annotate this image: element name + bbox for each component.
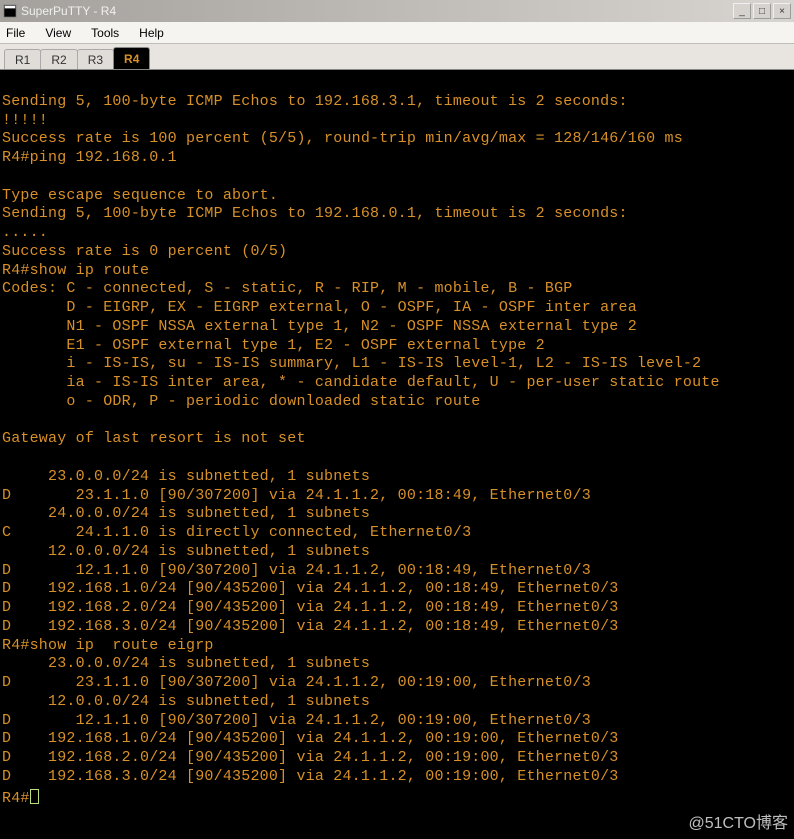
terminal-line: Sending 5, 100-byte ICMP Echos to 192.16…: [2, 205, 792, 224]
app-icon: [3, 4, 17, 18]
terminal-line: D 192.168.1.0/24 [90/435200] via 24.1.1.…: [2, 580, 792, 599]
terminal-line: [2, 168, 792, 187]
terminal-line: ia - IS-IS inter area, * - candidate def…: [2, 374, 792, 393]
tab-r3[interactable]: R3: [77, 49, 114, 69]
terminal-line: [2, 412, 792, 431]
tab-bar: R1 R2 R3 R4: [0, 44, 794, 70]
terminal-line: D 192.168.2.0/24 [90/435200] via 24.1.1.…: [2, 599, 792, 618]
terminal-prompt-line: R4#: [2, 787, 792, 809]
maximize-button[interactable]: □: [753, 3, 771, 19]
terminal-line: E1 - OSPF external type 1, E2 - OSPF ext…: [2, 337, 792, 356]
menu-help[interactable]: Help: [139, 26, 164, 40]
terminal-line: !!!!!: [2, 112, 792, 131]
terminal-line: D 23.1.1.0 [90/307200] via 24.1.1.2, 00:…: [2, 487, 792, 506]
terminal-line: .....: [2, 224, 792, 243]
terminal-line: D 12.1.1.0 [90/307200] via 24.1.1.2, 00:…: [2, 712, 792, 731]
terminal-line: D 192.168.2.0/24 [90/435200] via 24.1.1.…: [2, 749, 792, 768]
terminal-line: D - EIGRP, EX - EIGRP external, O - OSPF…: [2, 299, 792, 318]
menu-tools[interactable]: Tools: [91, 26, 119, 40]
close-button[interactable]: ×: [773, 3, 791, 19]
terminal-line: [2, 74, 792, 93]
terminal-line: D 192.168.1.0/24 [90/435200] via 24.1.1.…: [2, 730, 792, 749]
title-controls: _ □ ×: [733, 3, 791, 19]
terminal-cursor: [30, 789, 39, 804]
terminal-line: 12.0.0.0/24 is subnetted, 1 subnets: [2, 543, 792, 562]
terminal-line: R4#ping 192.168.0.1: [2, 149, 792, 168]
terminal-line: Sending 5, 100-byte ICMP Echos to 192.16…: [2, 93, 792, 112]
watermark: @51CTO博客: [688, 809, 788, 833]
terminal-line: Codes: C - connected, S - static, R - RI…: [2, 280, 792, 299]
terminal-line: R4#show ip route eigrp: [2, 637, 792, 656]
terminal-line: [2, 449, 792, 468]
terminal-line: D 12.1.1.0 [90/307200] via 24.1.1.2, 00:…: [2, 562, 792, 581]
terminal-line: C 24.1.1.0 is directly connected, Ethern…: [2, 524, 792, 543]
terminal-output[interactable]: Sending 5, 100-byte ICMP Echos to 192.16…: [0, 70, 794, 839]
terminal-line: D 23.1.1.0 [90/307200] via 24.1.1.2, 00:…: [2, 674, 792, 693]
terminal-prompt: R4#: [2, 790, 30, 807]
terminal-line: 12.0.0.0/24 is subnetted, 1 subnets: [2, 693, 792, 712]
terminal-line: Type escape sequence to abort.: [2, 187, 792, 206]
terminal-line: Gateway of last resort is not set: [2, 430, 792, 449]
terminal-line: Success rate is 0 percent (0/5): [2, 243, 792, 262]
menu-view[interactable]: View: [45, 26, 71, 40]
terminal-line: Success rate is 100 percent (5/5), round…: [2, 130, 792, 149]
terminal-line: 24.0.0.0/24 is subnetted, 1 subnets: [2, 505, 792, 524]
tab-r1[interactable]: R1: [4, 49, 41, 69]
terminal-line: D 192.168.3.0/24 [90/435200] via 24.1.1.…: [2, 618, 792, 637]
tab-r4[interactable]: R4: [113, 47, 150, 69]
menu-file[interactable]: File: [6, 26, 25, 40]
menu-bar: File View Tools Help: [0, 22, 794, 44]
title-bar: SuperPuTTY - R4 _ □ ×: [0, 0, 794, 22]
window-title: SuperPuTTY - R4: [21, 4, 733, 18]
terminal-line: D 192.168.3.0/24 [90/435200] via 24.1.1.…: [2, 768, 792, 787]
terminal-line: N1 - OSPF NSSA external type 1, N2 - OSP…: [2, 318, 792, 337]
minimize-button[interactable]: _: [733, 3, 751, 19]
terminal-line: 23.0.0.0/24 is subnetted, 1 subnets: [2, 655, 792, 674]
tab-r2[interactable]: R2: [40, 49, 77, 69]
terminal-line: i - IS-IS, su - IS-IS summary, L1 - IS-I…: [2, 355, 792, 374]
terminal-line: 23.0.0.0/24 is subnetted, 1 subnets: [2, 468, 792, 487]
terminal-line: o - ODR, P - periodic downloaded static …: [2, 393, 792, 412]
terminal-line: R4#show ip route: [2, 262, 792, 281]
